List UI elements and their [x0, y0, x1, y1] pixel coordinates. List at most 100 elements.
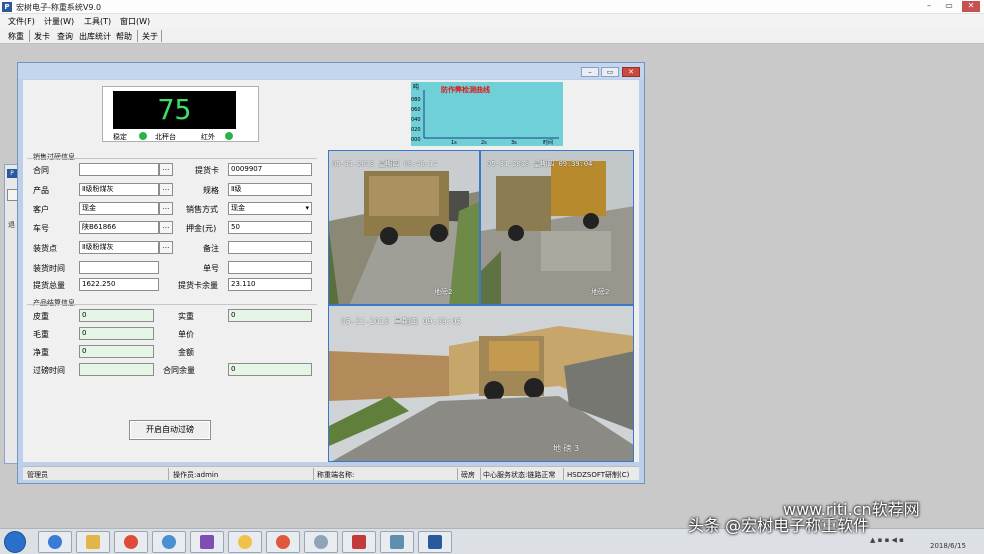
chrome-taskbar-button[interactable]	[266, 531, 300, 553]
card-label: 提货卡	[195, 166, 219, 175]
y-tick-label: 040	[411, 117, 421, 123]
product-label: 产品	[33, 186, 49, 195]
camera-3-timestamp: 05-31-2018 星期四 09:39:05	[341, 317, 462, 326]
camera-view-1[interactable]: 05-31-2018 星期四 09:46:14 地磅2	[328, 150, 480, 305]
actual-weight-field[interactable]: 0	[228, 309, 312, 322]
infrared-label: 红外	[201, 133, 215, 141]
status-vendor: HSDZSOFT研制(C)	[567, 471, 630, 479]
child-close-button[interactable]: ✕	[622, 67, 640, 77]
tare-field[interactable]: 0	[79, 309, 154, 322]
product-field[interactable]: Ⅱ级粉煤灰	[79, 183, 159, 196]
camera-view-2[interactable]: 05-31-2018 星期四 09:39:04 地磅2	[480, 150, 634, 305]
child-maximize-button[interactable]: ▭	[601, 67, 619, 77]
status-separator	[457, 468, 458, 480]
toolbar-issue-card[interactable]: 发卡	[32, 31, 52, 42]
minimize-button[interactable]: –	[920, 1, 938, 12]
deposit-field[interactable]: 50	[228, 221, 312, 234]
network-taskbar-button[interactable]	[380, 531, 414, 553]
amount-label: 金额	[178, 348, 194, 357]
toolbar-about[interactable]: 关于	[140, 31, 160, 42]
toolbar-separator	[137, 30, 138, 42]
sale-method-select[interactable]: 现金 ▾	[228, 202, 312, 215]
plate-label: 车号	[33, 224, 49, 233]
toolbar-separator	[29, 30, 30, 42]
doc-no-field[interactable]	[228, 261, 312, 274]
camera-view-3[interactable]: 05-31-2018 星期四 09:39:05 地 磅 3	[328, 305, 634, 462]
app-taskbar-button[interactable]	[228, 531, 262, 553]
visual-studio-taskbar-button[interactable]	[190, 531, 224, 553]
load-point-browse-button[interactable]: ...	[159, 241, 173, 254]
x-tick-label: 3s	[511, 140, 517, 146]
start-button[interactable]	[4, 531, 26, 553]
plate-field[interactable]: 陕B61866	[79, 221, 159, 234]
app-taskbar-button[interactable]	[152, 531, 186, 553]
y-tick-label: 060	[411, 107, 421, 113]
taskbar-clock: 2018/6/15	[930, 542, 966, 550]
gross-field[interactable]: 0	[79, 327, 154, 340]
remark-field[interactable]	[228, 241, 312, 254]
child-minimize-button[interactable]: –	[581, 67, 599, 77]
weigh-time-field[interactable]	[79, 363, 154, 376]
product-browse-button[interactable]: ...	[159, 183, 173, 196]
card-field[interactable]: 0009907	[228, 163, 312, 176]
net-field[interactable]: 0	[79, 345, 154, 358]
toolbar-query[interactable]: 查询	[55, 31, 75, 42]
contract-balance-field[interactable]: 0	[228, 363, 312, 376]
net-label: 净重	[33, 348, 49, 357]
doc-no-label: 单号	[203, 264, 219, 273]
load-point-field[interactable]: Ⅱ级粉煤灰	[79, 241, 159, 254]
toolbar-outbound-stats[interactable]: 出库统计	[77, 31, 113, 42]
weighing-window-titlebar: – ▭ ✕	[18, 63, 644, 79]
y-tick-label: 020	[411, 127, 421, 133]
menu-window[interactable]: 窗口(W)	[120, 16, 150, 27]
chrome-taskbar-button[interactable]	[114, 531, 148, 553]
customer-label: 客户	[33, 205, 49, 214]
contract-field[interactable]	[79, 163, 159, 176]
toolbar-weigh[interactable]: 称重	[6, 31, 26, 42]
tool-taskbar-button[interactable]	[304, 531, 338, 553]
spec-label: 规格	[203, 186, 219, 195]
weighing-app-taskbar-button[interactable]	[418, 531, 452, 553]
close-button[interactable]: ✕	[962, 1, 980, 12]
visual-studio-icon	[200, 535, 214, 549]
contract-browse-button[interactable]: ...	[159, 163, 173, 176]
deposit-label: 押金(元)	[186, 224, 217, 233]
chrome-icon	[124, 535, 138, 549]
maximize-button[interactable]: ▭	[940, 1, 958, 12]
camera-feed-image	[329, 306, 633, 461]
menu-tools[interactable]: 工具(T)	[84, 16, 111, 27]
anti-cheat-chart: 吨 080 060 040 020 000 1s 2s 3s 时间 防作弊检测曲…	[411, 82, 563, 146]
app-icon: P	[2, 2, 12, 12]
load-time-field[interactable]	[79, 261, 159, 274]
spec-field[interactable]: Ⅱ级	[228, 183, 312, 196]
plate-browse-button[interactable]: ...	[159, 221, 173, 234]
load-time-label: 装货时间	[33, 264, 65, 273]
menu-file[interactable]: 文件(F)	[8, 16, 35, 27]
camera-2-tag: 地磅2	[591, 288, 610, 296]
contract-balance-label: 合同余量	[163, 366, 195, 375]
toolbar-help[interactable]: 帮助	[114, 31, 134, 42]
card-balance-field[interactable]: 23.110	[228, 278, 312, 291]
customer-browse-button[interactable]: ...	[159, 202, 173, 215]
actual-weight-label: 实重	[178, 312, 194, 321]
y-tick-label: 000	[411, 137, 421, 143]
explorer-taskbar-button[interactable]	[76, 531, 110, 553]
toolbar-separator	[161, 30, 162, 42]
ie-taskbar-button[interactable]	[38, 531, 72, 553]
group-divider	[27, 158, 317, 159]
status-separator	[313, 468, 314, 480]
camera-panel: 05-31-2018 星期四 09:46:14 地磅2 05-31-2018 星…	[328, 150, 634, 462]
remark-label: 备注	[203, 244, 219, 253]
customer-field[interactable]: 现金	[79, 202, 159, 215]
status-separator	[480, 468, 481, 480]
app-titlebar: P 宏树电子-称重系统V9.0 – ▭ ✕	[0, 0, 984, 14]
toolbox-taskbar-button[interactable]	[342, 531, 376, 553]
status-separator	[168, 468, 169, 480]
network-icon	[390, 535, 404, 549]
pickup-total-field[interactable]: 1622.250	[79, 278, 159, 291]
auto-weigh-button[interactable]: 开启自动过磅	[129, 420, 211, 440]
menu-measure[interactable]: 计量(W)	[44, 16, 74, 27]
system-tray[interactable]: ▲ ▪ ▪ ◀ ▪	[870, 536, 904, 544]
camera-2-timestamp: 05-31-2018 星期四 09:39:04	[487, 160, 593, 168]
chevron-down-icon: ▾	[305, 204, 309, 212]
